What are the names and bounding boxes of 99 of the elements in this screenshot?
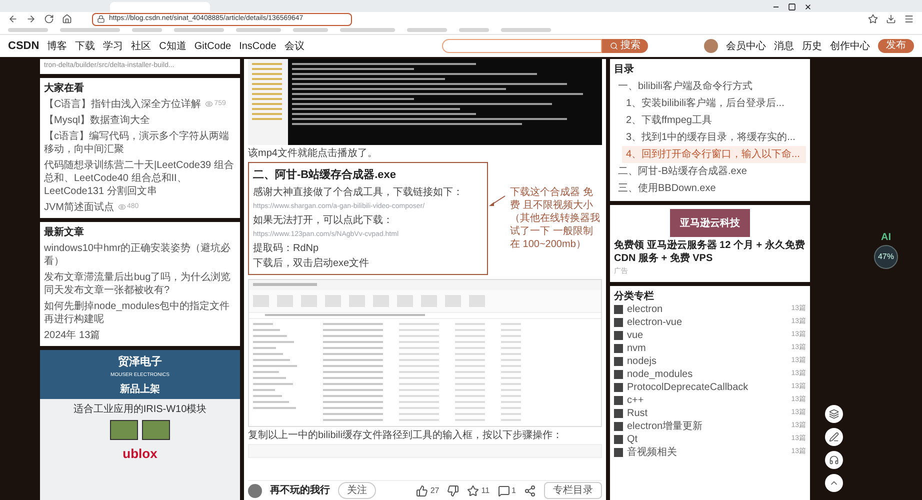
article-link[interactable]: windows10中hmr的正确安装姿势（避坑必看） <box>44 242 236 268</box>
ai-label: AI <box>881 231 891 245</box>
nav-link[interactable]: 会议 <box>284 38 304 54</box>
nav-link[interactable]: InsCode <box>239 38 276 54</box>
paragraph: 该mp4文件就能点击播放了。 <box>248 147 378 160</box>
card-title: 大家在看 <box>44 82 85 94</box>
thumbs-down-icon <box>447 484 460 496</box>
section-heading: 二、阿甘-B站缓存合成器.exe <box>253 168 398 183</box>
column-link[interactable]: nvm <box>627 342 646 354</box>
article-link[interactable]: 如何先删掉node_modules包中的指定文件再进行构建呢 <box>44 300 236 326</box>
column-link[interactable]: 音视频相关 <box>627 446 677 458</box>
author-avatar[interactable] <box>248 484 262 498</box>
layers-icon <box>829 409 839 419</box>
comment-icon <box>498 484 510 496</box>
header-link[interactable]: 消息 <box>774 38 794 54</box>
back-icon[interactable] <box>8 14 18 24</box>
column-toc-button[interactable]: 专栏目录 <box>544 482 602 499</box>
ai-widget[interactable]: AI 47% <box>874 230 898 269</box>
column-link[interactable]: ProtocolDeprecateCallback <box>627 382 748 394</box>
column-link[interactable]: vue <box>627 330 644 342</box>
archive-link[interactable]: 2024年 13篇 <box>44 328 236 342</box>
column-link[interactable]: electron-vue <box>627 316 682 328</box>
reload-icon[interactable] <box>44 14 54 24</box>
toc-item[interactable]: 2、下载ffmpeg工具 <box>622 112 806 129</box>
column-link[interactable]: electron增量更新 <box>627 420 703 432</box>
column-link[interactable]: c++ <box>627 394 644 406</box>
toc-item[interactable]: 1、安装bilibili客户端，后台登录后... <box>622 95 806 112</box>
bookmark-star-icon[interactable] <box>868 14 878 24</box>
paragraph: 下载后，双击启动exe文件 <box>253 256 370 270</box>
view-icon <box>205 100 214 108</box>
layers-button[interactable] <box>825 405 843 423</box>
ad-headline: 适合工业应用的IRIS-W10模块 <box>73 402 207 416</box>
pencil-icon <box>829 432 839 442</box>
header-link[interactable]: 历史 <box>802 38 822 54</box>
home-icon[interactable] <box>62 14 72 24</box>
article-link[interactable]: 【C语言】指针由浅入深全方位详解 <box>44 98 202 110</box>
nav-link[interactable]: 博客 <box>47 38 68 54</box>
annotation-text: 下载这个合成器 免费 且不限视频大小（其他在线转换器我试了一下 一般限制在 100~200mb） <box>509 186 601 251</box>
toc-item[interactable]: 3、找到1中的缓存目录，将缓存实的... <box>622 129 806 146</box>
action-count: 27 <box>430 484 440 496</box>
headphones-icon <box>829 455 839 465</box>
card-title: 最新文章 <box>44 226 85 238</box>
action-count: 11 <box>481 484 490 496</box>
search-icon <box>610 42 618 50</box>
card-title: 目录 <box>614 63 635 76</box>
action-count: 1 <box>512 484 516 496</box>
maximize-icon[interactable] <box>788 3 796 11</box>
column-link[interactable]: Qt <box>627 434 638 446</box>
support-button[interactable] <box>825 451 843 469</box>
article-link[interactable]: 【Mysql】数据查询大全 <box>44 114 150 126</box>
ad-title: 免费领 亚马逊云服务器 12 个月 + 永久免费 CDN 服务 + 免费 VPS <box>614 239 806 265</box>
follow-button[interactable]: 关注 <box>338 482 376 499</box>
toc-item[interactable]: 二、阿甘-B站缓存合成器.exe <box>614 163 806 180</box>
column-link[interactable]: electron <box>627 304 663 316</box>
menu-icon[interactable] <box>904 14 914 24</box>
nav-link[interactable]: 下载 <box>75 38 96 54</box>
ad-tagline: 新品上架 <box>120 382 160 396</box>
toc-item[interactable]: 一、bilibili客户端及命令行方式 <box>614 78 806 95</box>
paragraph: 感谢大神直接做了个合成工具，下载链接如下： <box>253 186 464 198</box>
publish-button[interactable]: 发布 <box>878 39 914 53</box>
nav-link[interactable]: C知道 <box>159 38 186 54</box>
column-link[interactable]: node_modules <box>627 368 693 380</box>
paragraph: 复制以上一中的bilibili缓存文件路径到工具的输入框，按以下步骤操作： <box>248 428 564 442</box>
column-link[interactable]: nodejs <box>627 356 656 368</box>
toc-item[interactable]: 4、回到打开命令行窗口，输入以下命... <box>622 146 806 163</box>
author-name[interactable]: 再不玩的我行 <box>270 483 330 498</box>
nav-link[interactable]: GitCode <box>194 38 232 54</box>
article-link[interactable]: JVM简述面试点 <box>44 200 114 214</box>
paragraph: 如果无法打开，可以点此下载： <box>253 214 394 226</box>
article-link[interactable]: 代码随想录训练营二十天|LeetCode39 组合总和、LeetCode40 组合总和II、LeetCode131 分割回文串 <box>44 158 236 198</box>
ad-image-text: 亚马逊云科技 <box>680 216 740 230</box>
brand-name: 贸泽电子 <box>118 354 162 370</box>
view-icon <box>118 203 126 211</box>
search-button[interactable]: 搜索 <box>602 39 648 53</box>
back-to-top-button[interactable] <box>825 474 843 492</box>
header-link[interactable]: 会员中心 <box>726 38 766 54</box>
share-icon <box>524 484 536 496</box>
thumbs-up-icon <box>416 484 428 496</box>
paragraph: 提取码：RdNp <box>253 242 320 254</box>
percent-text: 47% <box>878 251 894 263</box>
close-icon[interactable] <box>804 3 812 11</box>
article-link[interactable]: 发布文章滞流量后出bug了吗，为什么浏览同天发布文章一张都被收有? <box>44 270 236 296</box>
download-icon[interactable] <box>886 14 896 24</box>
nav-link[interactable]: 社区 <box>131 38 152 54</box>
chip-module-drawing <box>110 420 170 440</box>
site-logo[interactable]: CSDN <box>8 38 40 54</box>
avatar[interactable] <box>704 39 718 53</box>
star-icon <box>467 484 480 496</box>
forward-icon[interactable] <box>26 14 36 24</box>
ad-logo: ublox <box>122 444 158 462</box>
header-link[interactable]: 创作中心 <box>830 38 870 54</box>
column-link[interactable]: Rust <box>627 408 648 420</box>
search-field[interactable] <box>442 39 602 53</box>
nav-link[interactable]: 学习 <box>103 38 124 54</box>
edit-button[interactable] <box>825 428 843 446</box>
article-link[interactable]: 【c语言】编写代码，演示多个字符从两端移动，向中间汇聚 <box>44 130 236 156</box>
lock-icon <box>97 15 105 23</box>
toc-item[interactable]: 三、使用BBDown.exe <box>614 180 806 197</box>
card-title: 分类专栏 <box>614 290 655 302</box>
